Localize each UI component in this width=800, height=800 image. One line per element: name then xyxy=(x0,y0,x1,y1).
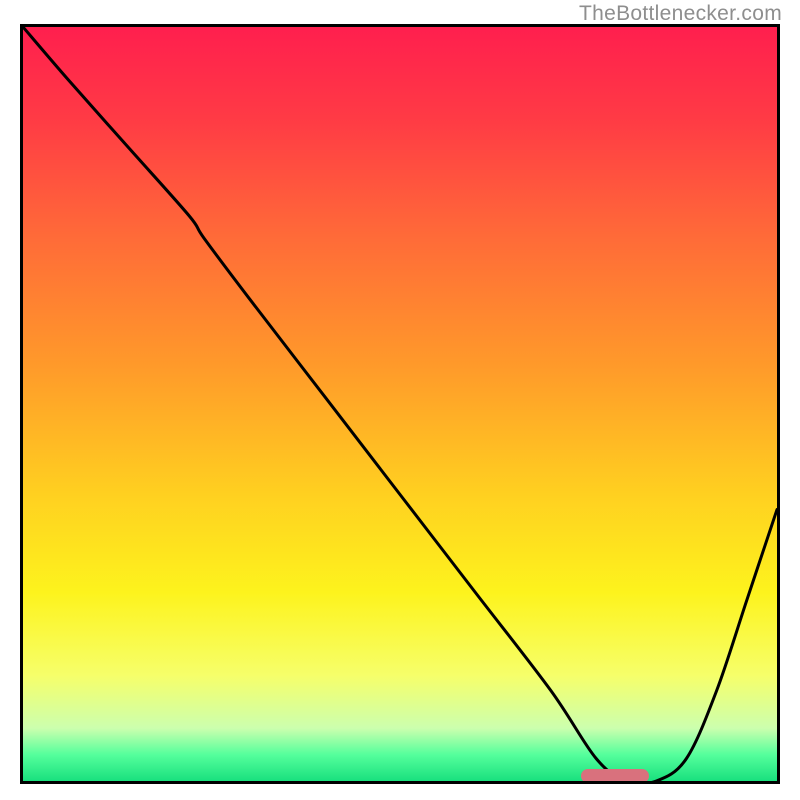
watermark-text: TheBottlenecker.com xyxy=(579,2,782,26)
chart-stage: TheBottlenecker.com xyxy=(0,0,800,800)
bottleneck-curve xyxy=(23,27,777,781)
curve-layer xyxy=(23,27,777,781)
optimal-range-marker xyxy=(581,769,649,783)
plot-area xyxy=(20,24,780,784)
